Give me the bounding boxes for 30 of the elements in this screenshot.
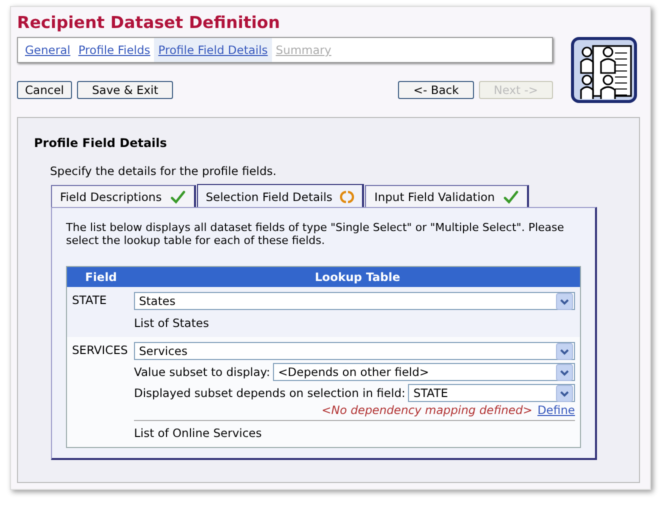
checkmark-icon: [170, 190, 186, 204]
field-description: List of Online Services: [134, 420, 575, 440]
table-cell-text: STATE: [72, 292, 108, 309]
checkmark-icon: [502, 190, 519, 204]
dropdown[interactable]: STATE: [408, 384, 575, 402]
wizard-button[interactable]: Cancel: [17, 81, 72, 99]
description-text: The list below displays all dataset fields of type "Single Select" or "Multiple Select". Please select the lookup table for each of these fields.: [66, 221, 566, 247]
wizard-button[interactable]: Save & Exit: [76, 81, 174, 99]
wizard-step-link[interactable]: General: [21, 38, 74, 62]
wizard-button[interactable]: <- Back: [398, 81, 474, 99]
warning-note: <No dependency mapping defined>: [322, 403, 532, 417]
wizard-step-link[interactable]: Profile Fields: [74, 38, 154, 62]
option-label: Value subset to display:: [134, 365, 270, 379]
tab[interactable]: Selection Field Details: [196, 184, 364, 207]
field-description: List of States: [134, 316, 210, 330]
tab[interactable]: Input Field Validation: [365, 185, 529, 207]
dropdown[interactable]: <Depends on other field>: [273, 363, 575, 381]
wizard-step-link[interactable]: Profile Field Details: [154, 38, 272, 62]
tab[interactable]: Field Descriptions: [51, 185, 196, 207]
option-label: Displayed subset depends on selection in field:: [134, 386, 406, 400]
define-link[interactable]: Define: [537, 403, 575, 417]
column-header: Field: [84, 270, 118, 284]
column-header: Lookup Table: [314, 270, 402, 284]
refresh-icon: [340, 190, 354, 204]
dropdown[interactable]: States: [134, 292, 575, 310]
section-intro: Specify the details for the profile fields.: [50, 164, 278, 178]
table-cell-text: SERVICES: [72, 342, 129, 359]
dropdown[interactable]: Services: [134, 342, 575, 360]
section-heading: Profile Field Details: [34, 136, 168, 150]
page-title: Recipient Dataset Definition: [17, 13, 282, 32]
